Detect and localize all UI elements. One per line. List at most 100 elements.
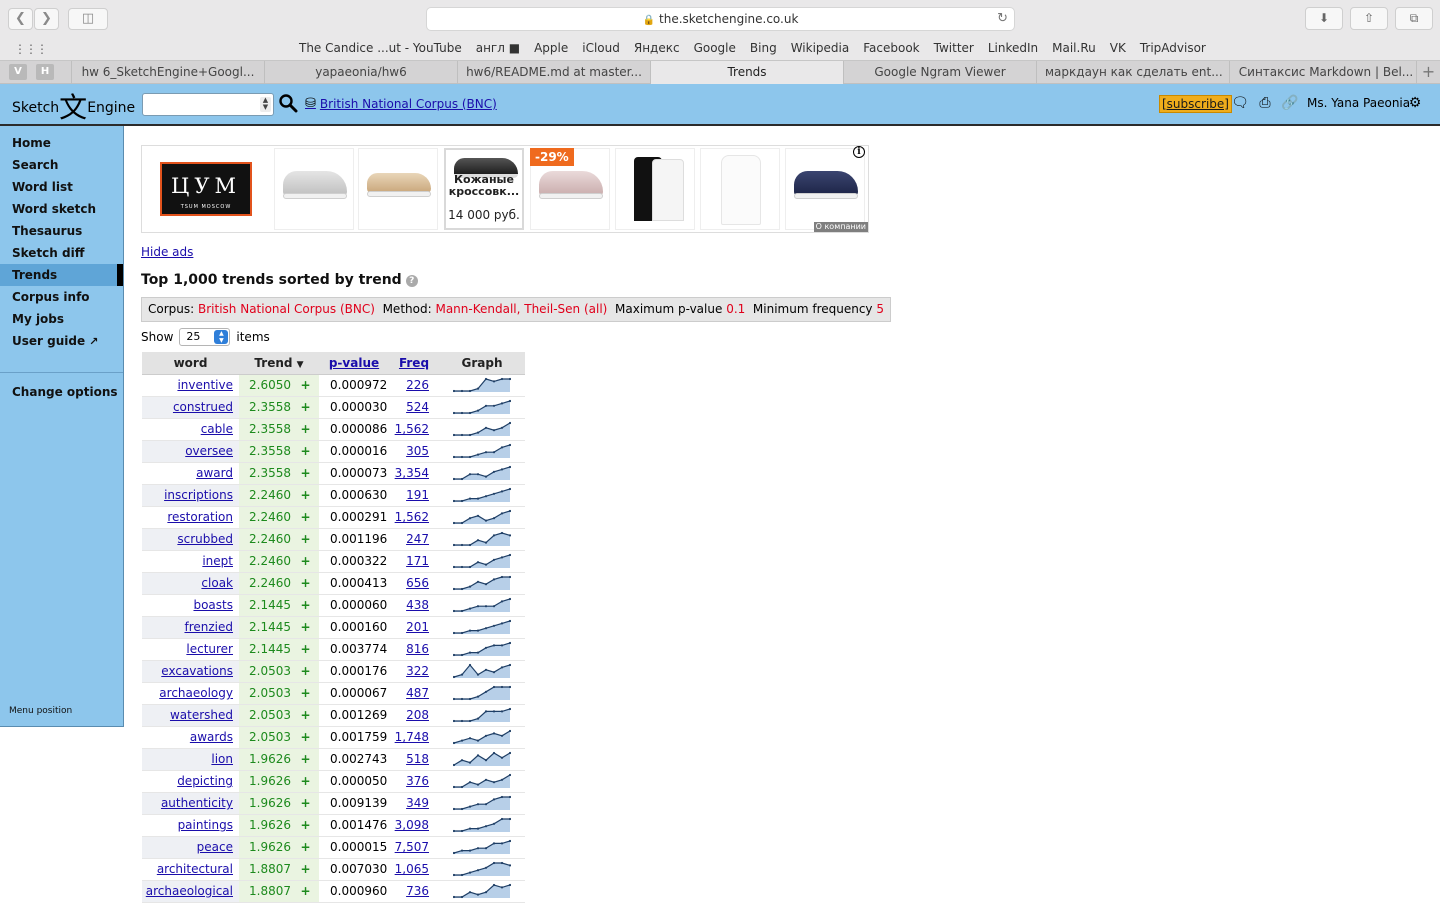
freq-link[interactable]: 1,562 <box>395 422 429 436</box>
col-header-trend[interactable]: Trend ▼ <box>239 352 319 375</box>
word-cell[interactable]: architectural <box>142 858 239 881</box>
freq-cell[interactable]: 305 <box>389 440 439 463</box>
word-cell[interactable]: award <box>142 462 239 485</box>
freq-cell[interactable]: 201 <box>389 616 439 639</box>
sidebar-toggle-button[interactable]: ◫ <box>68 8 108 30</box>
freq-cell[interactable]: 736 <box>389 880 439 903</box>
apps-grid-icon[interactable]: ⋮⋮⋮ <box>14 42 48 56</box>
search-icon[interactable] <box>278 93 298 113</box>
word-cell[interactable]: cloak <box>142 572 239 595</box>
freq-cell[interactable]: 524 <box>389 396 439 419</box>
browser-tab[interactable]: hw 6_SketchEngine+Googl... <box>71 61 264 84</box>
word-link[interactable]: inscriptions <box>164 488 233 502</box>
bookmark-item[interactable]: Twitter <box>934 41 974 55</box>
freq-cell[interactable]: 656 <box>389 572 439 595</box>
freq-cell[interactable]: 438 <box>389 594 439 617</box>
sparkline-cell[interactable] <box>439 374 525 397</box>
bookmark-item[interactable]: англ ■ <box>476 41 520 55</box>
freq-link[interactable]: 1,748 <box>395 730 429 744</box>
settings-gear-icon[interactable]: ⚙ <box>1406 94 1424 112</box>
freq-link[interactable]: 3,354 <box>395 466 429 480</box>
col-header-freq[interactable]: Freq <box>389 352 439 375</box>
sparkline-cell[interactable] <box>439 638 525 661</box>
sidebar-item-my-jobs[interactable]: My jobs <box>0 308 123 330</box>
word-cell[interactable]: peace <box>142 836 239 859</box>
freq-link[interactable]: 518 <box>406 752 429 766</box>
word-cell[interactable]: authenticity <box>142 792 239 815</box>
word-cell[interactable]: construed <box>142 396 239 419</box>
freq-cell[interactable]: 3,098 <box>389 814 439 837</box>
freq-cell[interactable]: 376 <box>389 770 439 793</box>
freq-link[interactable]: 7,507 <box>395 840 429 854</box>
sidebar-item-change-options[interactable]: Change options <box>0 381 123 403</box>
sidebar-item-home[interactable]: Home <box>0 132 123 154</box>
sparkline-cell[interactable] <box>439 506 525 529</box>
freq-cell[interactable]: 1,748 <box>389 726 439 749</box>
hide-ads-link[interactable]: Hide ads <box>141 245 193 259</box>
word-cell[interactable]: cable <box>142 418 239 441</box>
sparkline-cell[interactable] <box>439 440 525 463</box>
word-cell[interactable]: paintings <box>142 814 239 837</box>
sparkline-cell[interactable] <box>439 770 525 793</box>
sparkline-cell[interactable] <box>439 550 525 573</box>
word-cell[interactable]: inventive <box>142 374 239 397</box>
address-bar[interactable]: 🔒 the.sketchengine.co.uk ↻ <box>426 7 1015 31</box>
freq-cell[interactable]: 191 <box>389 484 439 507</box>
freq-cell[interactable]: 1,562 <box>389 506 439 529</box>
sparkline-cell[interactable] <box>439 660 525 683</box>
freq-cell[interactable]: 7,507 <box>389 836 439 859</box>
share-button[interactable]: ⇧ <box>1350 7 1388 30</box>
freq-link[interactable]: 305 <box>406 444 429 458</box>
tabs-overview-button[interactable]: ⧉ <box>1395 7 1433 30</box>
freq-link[interactable]: 376 <box>406 774 429 788</box>
new-tab-button[interactable]: + <box>1416 61 1440 84</box>
bookmark-item[interactable]: Facebook <box>863 41 919 55</box>
word-cell[interactable]: awards <box>142 726 239 749</box>
ad-product-beige-sneaker[interactable] <box>358 148 438 230</box>
browser-tab[interactable]: Trends <box>650 61 843 84</box>
word-link[interactable]: peace <box>197 840 233 854</box>
feedback-chat-icon[interactable]: 🗨 <box>1231 94 1249 112</box>
word-link[interactable]: depicting <box>177 774 233 788</box>
browser-tab[interactable]: Google Ngram Viewer <box>843 61 1036 84</box>
word-cell[interactable]: archaeology <box>142 682 239 705</box>
word-link[interactable]: archaeological <box>146 884 233 898</box>
freq-link[interactable]: 3,098 <box>395 818 429 832</box>
sparkline-cell[interactable] <box>439 594 525 617</box>
user-account-name[interactable]: Ms. Yana Paeonia <box>1307 96 1410 110</box>
freq-link[interactable]: 226 <box>406 378 429 392</box>
sketch-engine-logo[interactable]: Sketch文Engine <box>12 88 135 128</box>
ad-company-link[interactable]: О компании <box>813 222 868 232</box>
freq-cell[interactable]: 171 <box>389 550 439 573</box>
bookmark-item[interactable]: Wikipedia <box>791 41 850 55</box>
sidebar-item-user-guide[interactable]: User guide ↗ <box>0 330 123 352</box>
word-cell[interactable]: watershed <box>142 704 239 727</box>
ad-product-tshirt-pair[interactable] <box>615 148 695 230</box>
word-cell[interactable]: scrubbed <box>142 528 239 551</box>
browser-tab[interactable]: Синтаксис Markdown | Bel... <box>1229 61 1422 84</box>
word-link[interactable]: award <box>196 466 233 480</box>
word-cell[interactable]: frenzied <box>142 616 239 639</box>
sidebar-item-thesaurus[interactable]: Thesaurus <box>0 220 123 242</box>
freq-cell[interactable]: 247 <box>389 528 439 551</box>
word-link[interactable]: architectural <box>157 862 233 876</box>
pinned-tab-v[interactable]: V <box>9 64 27 80</box>
freq-cell[interactable]: 816 <box>389 638 439 661</box>
bookmark-item[interactable]: Яндекс <box>634 41 680 55</box>
word-cell[interactable]: oversee <box>142 440 239 463</box>
browser-tab[interactable]: hw6/README.md at master... <box>457 61 650 84</box>
sparkline-cell[interactable] <box>439 484 525 507</box>
word-link[interactable]: cloak <box>201 576 233 590</box>
back-button[interactable]: ❮ <box>8 8 33 30</box>
ad-product-silver-sneaker[interactable] <box>274 148 354 230</box>
word-link[interactable]: oversee <box>185 444 233 458</box>
sparkline-cell[interactable] <box>439 880 525 903</box>
freq-cell[interactable]: 322 <box>389 660 439 683</box>
pinned-tab-h[interactable]: H <box>36 64 54 80</box>
sparkline-cell[interactable] <box>439 528 525 551</box>
corpus-selector-link[interactable]: ⛁ British National Corpus (BNC) <box>305 96 497 111</box>
freq-link[interactable]: 208 <box>406 708 429 722</box>
subscribe-button[interactable]: [subscribe] <box>1159 95 1232 113</box>
sparkline-cell[interactable] <box>439 748 525 771</box>
bookmark-item[interactable]: The Candice ...ut - YouTube <box>299 41 462 55</box>
